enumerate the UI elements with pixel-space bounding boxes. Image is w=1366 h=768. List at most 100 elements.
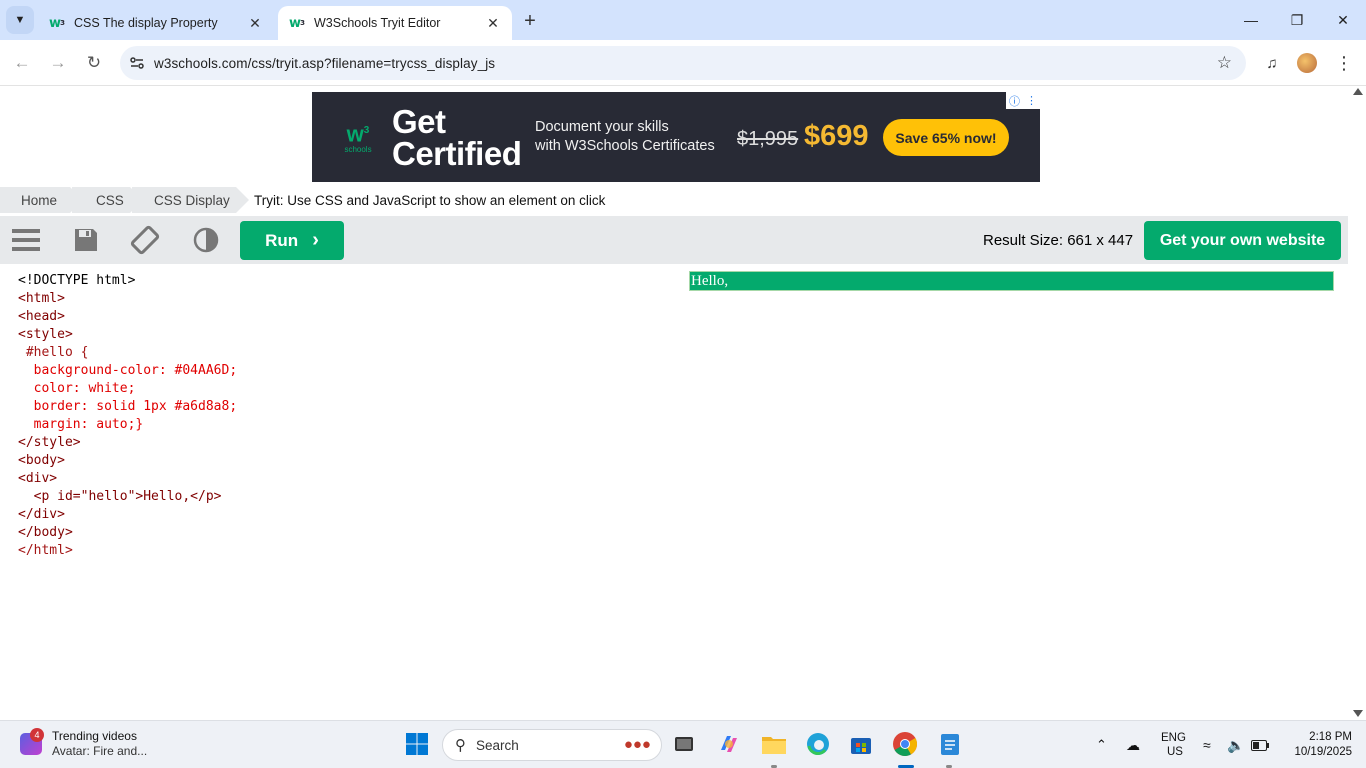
adchoices-icon[interactable]: ⓘ ⋮ xyxy=(1006,92,1040,109)
save-icon[interactable] xyxy=(70,224,102,256)
close-tab-icon[interactable]: ✕ xyxy=(484,14,502,32)
task-view-icon[interactable] xyxy=(671,731,697,757)
wifi-icon[interactable]: ≈ xyxy=(1203,721,1211,768)
scroll-down-icon[interactable] xyxy=(1353,710,1363,717)
language-code: ENG xyxy=(1161,732,1186,744)
address-bar[interactable]: w3schools.com/css/tryit.asp?filename=try… xyxy=(120,46,1246,80)
browser-toolbar: ← → ↻ w3schools.com/css/tryit.asp?filena… xyxy=(0,40,1366,86)
code-line: </html> xyxy=(18,543,73,558)
menu-icon[interactable] xyxy=(10,224,42,256)
chrome-icon[interactable] xyxy=(892,731,918,757)
close-tab-icon[interactable]: ✕ xyxy=(246,14,264,32)
theme-toggle-icon[interactable] xyxy=(190,224,222,256)
bookmark-star-icon[interactable]: ☆ xyxy=(1217,53,1232,73)
reload-button[interactable]: ↻ xyxy=(80,49,108,77)
onedrive-icon[interactable]: ☁ xyxy=(1126,721,1140,768)
media-control-icon[interactable]: ♫ xyxy=(1260,51,1284,75)
widget-subtitle: Avatar: Fire and... xyxy=(52,744,148,758)
get-your-own-website-button[interactable]: Get your own website xyxy=(1144,221,1341,260)
file-explorer-icon[interactable] xyxy=(761,731,787,757)
edge-icon[interactable] xyxy=(805,731,831,757)
breadcrumb-css-display[interactable]: CSS Display xyxy=(132,187,249,213)
notification-badge: 4 xyxy=(30,728,44,742)
notepad-icon[interactable] xyxy=(937,731,963,757)
hello-paragraph: Hello, xyxy=(689,271,1334,291)
ad-headline: Get Certified xyxy=(392,103,522,172)
tab-search-button[interactable]: ▼ xyxy=(6,6,34,34)
chevron-up-icon: ⌃ xyxy=(1096,737,1107,752)
site-info-icon[interactable] xyxy=(120,55,154,71)
language-indicator[interactable]: ENG US xyxy=(1161,721,1186,768)
restore-button[interactable]: ❐ xyxy=(1274,0,1320,40)
code-line: #hello { xyxy=(18,345,89,360)
widgets-icon: 4 xyxy=(20,728,44,755)
forward-button[interactable]: → xyxy=(44,49,72,77)
taskbar-search[interactable]: ⚲ Search ●●● xyxy=(442,729,662,761)
breadcrumb-label: CSS Display xyxy=(154,192,230,208)
code-line: <div> xyxy=(18,471,58,486)
show-hidden-icons-button[interactable]: ⌃ xyxy=(1096,721,1107,768)
rotate-layout-icon[interactable] xyxy=(129,224,161,256)
code-editor[interactable]: <!DOCTYPE html> <html> <head> <style> #h… xyxy=(10,264,671,710)
volume-icon[interactable]: 🔈 xyxy=(1227,721,1244,768)
chevron-right-icon: › xyxy=(312,229,319,251)
new-tab-button[interactable]: + xyxy=(517,8,543,34)
code-line: </style> xyxy=(18,435,81,450)
breadcrumb-label: CSS xyxy=(96,192,124,208)
url-text: w3schools.com/css/tryit.asp?filename=try… xyxy=(154,55,496,71)
code-line: </div> xyxy=(18,507,65,522)
tab-tryit-editor[interactable]: w3 W3Schools Tryit Editor ✕ xyxy=(278,6,512,40)
ad-old-price: $1,995 xyxy=(737,128,799,150)
profile-avatar[interactable] xyxy=(1297,53,1317,73)
code-line: </body> xyxy=(18,525,73,540)
clock-time: 2:18 PM xyxy=(1309,731,1352,743)
scroll-up-icon[interactable] xyxy=(1353,88,1363,95)
code-line: border: solid 1px #a6d8a8; xyxy=(18,399,238,414)
breadcrumb-current: Tryit: Use CSS and JavaScript to show an… xyxy=(254,192,606,208)
clock-date: 10/19/2025 xyxy=(1294,746,1352,758)
w3schools-favicon-icon: w3 xyxy=(289,15,305,31)
result-frame[interactable]: Hello, xyxy=(681,264,1341,710)
code-line: <style> xyxy=(18,327,73,342)
search-placeholder: Search xyxy=(476,737,519,753)
breadcrumb: Home CSS CSS Display Tryit: Use CSS and … xyxy=(0,187,1348,213)
search-icon: ⚲ xyxy=(455,737,466,754)
search-highlight-icon: ●●● xyxy=(623,736,651,753)
close-window-button[interactable]: ✕ xyxy=(1320,0,1366,40)
store-icon[interactable] xyxy=(848,731,874,757)
ad-banner[interactable]: w3 schools Get Certified Document your s… xyxy=(312,92,1040,182)
code-line: <head> xyxy=(18,309,65,324)
tab-title: W3Schools Tryit Editor xyxy=(314,16,441,30)
start-button[interactable] xyxy=(404,731,430,757)
code-line: <p id="hello">Hello,</p> xyxy=(18,489,222,504)
code-line: margin: auto;} xyxy=(18,417,144,432)
minimize-button[interactable]: — xyxy=(1228,0,1274,40)
clock[interactable]: 2:18 PM 10/19/2025 xyxy=(1280,730,1352,760)
run-button[interactable]: Run › xyxy=(240,221,344,260)
ad-description: Document your skills with W3Schools Cert… xyxy=(535,119,715,154)
result-size-label: Result Size: 661 x 447 xyxy=(983,232,1134,249)
battery-icon[interactable] xyxy=(1251,721,1269,768)
widgets-button[interactable]: 4 Trending videos Avatar: Fire and... xyxy=(20,728,148,759)
breadcrumb-label: Home xyxy=(21,192,58,208)
ad-cta-button[interactable]: Save 65% now! xyxy=(883,119,1009,156)
code-line: color: white; xyxy=(18,381,136,396)
breadcrumb-home[interactable]: Home xyxy=(0,187,83,213)
more-menu-icon[interactable]: ⋮ xyxy=(1332,51,1356,75)
code-line: <!DOCTYPE html> xyxy=(18,273,136,288)
tab-title: CSS The display Property xyxy=(74,16,218,30)
code-line: <body> xyxy=(18,453,65,468)
copilot-icon[interactable] xyxy=(716,731,742,757)
tab-strip: ▼ w3 CSS The display Property ✕ w3 W3Sch… xyxy=(0,0,1366,40)
editor-toolbar: Run › Result Size: 661 x 447 Get your ow… xyxy=(0,216,1348,264)
back-button[interactable]: ← xyxy=(8,49,36,77)
tab-css-display-property[interactable]: w3 CSS The display Property ✕ xyxy=(38,6,274,40)
code-line: background-color: #04AA6D; xyxy=(18,363,238,378)
ad-new-price: $699 xyxy=(804,120,869,152)
widget-title: Trending videos xyxy=(52,729,137,743)
page-scrollbar[interactable] xyxy=(1349,86,1366,720)
run-label: Run xyxy=(265,230,299,250)
chevron-down-icon: ▼ xyxy=(14,14,26,26)
region-code: US xyxy=(1166,746,1183,758)
w3schools-favicon-icon: w3 xyxy=(49,15,65,31)
